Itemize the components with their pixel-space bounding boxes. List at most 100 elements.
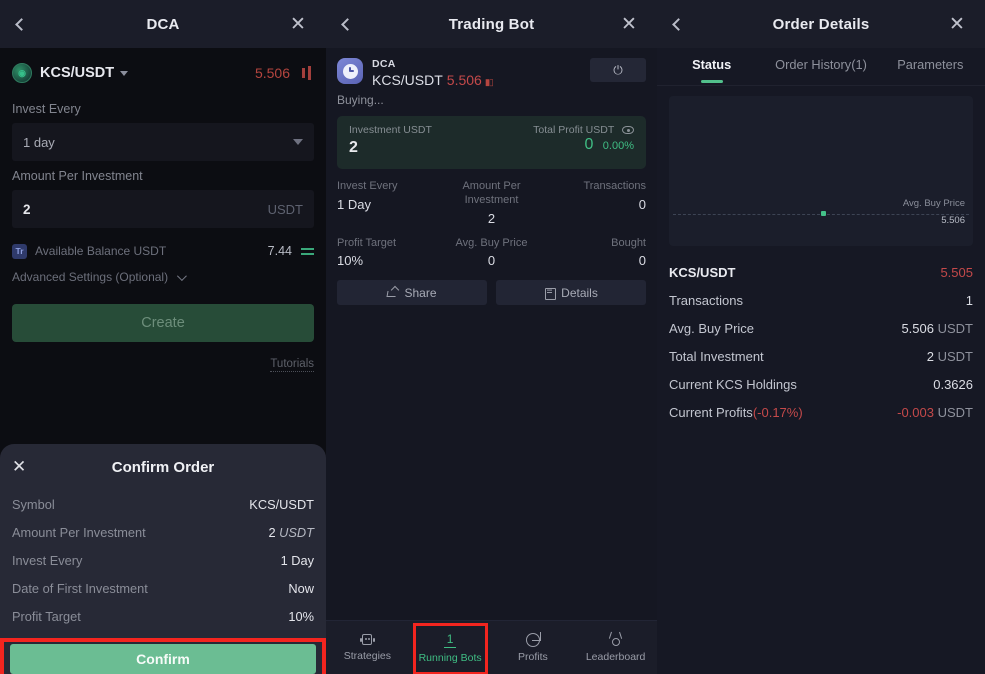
page-title: DCA xyxy=(146,15,180,33)
nav-item-strategies[interactable]: Strategies xyxy=(326,621,409,674)
close-icon[interactable]: ✕ xyxy=(611,0,647,48)
detail-label: Current Profits xyxy=(669,404,753,420)
bot-pair-row: KCS/USDT 5.506 ▮▯ xyxy=(372,72,590,88)
close-icon[interactable]: ✕ xyxy=(939,0,975,48)
pie-chart-icon xyxy=(525,632,541,647)
advanced-settings-toggle[interactable]: Advanced Settings (Optional) xyxy=(12,270,314,284)
detail-unit: USDT xyxy=(937,320,973,336)
tutorials-label: Tutorials xyxy=(270,358,314,372)
document-icon xyxy=(544,287,557,300)
candlestick-icon: ▮▯ xyxy=(484,77,494,87)
stat-label: Amount Per Investment xyxy=(462,180,521,206)
row-label: Profit Target xyxy=(12,608,81,624)
back-button[interactable] xyxy=(657,0,699,48)
clock-icon xyxy=(337,58,363,84)
total-profit-value: 0 xyxy=(584,136,594,153)
bot-stats-row-1: Invest Every 1 Day Amount Per Investment… xyxy=(337,180,646,226)
detail-value: 5.505 xyxy=(940,264,973,280)
amount-label: Amount Per Investment xyxy=(12,169,143,183)
amount-unit: USDT xyxy=(267,201,303,217)
stat-transactions: Transactions 0 xyxy=(543,180,646,226)
row-value: 2 xyxy=(268,524,276,540)
eye-icon[interactable] xyxy=(622,126,634,135)
total-profit-values: 0 0.00% xyxy=(533,136,634,154)
confirm-row-first-investment: Date of First Investment Now xyxy=(12,574,314,602)
nav-item-profits[interactable]: Profits xyxy=(492,621,575,674)
detail-value: 0.3626 xyxy=(933,376,973,392)
details-button[interactable]: Details xyxy=(496,280,646,306)
kcs-coin-icon: ◉ xyxy=(12,63,32,83)
bot-identity: DCA KCS/USDT 5.506 ▮▯ xyxy=(372,58,590,88)
dca-header: DCA ✕ xyxy=(0,0,326,48)
profit-summary-card: Investment USDT 2 Total Profit USDT 0 0.… xyxy=(337,116,646,169)
back-button[interactable] xyxy=(0,0,42,48)
trading-bot-header: Trading Bot ✕ xyxy=(326,0,657,48)
stat-label: Transactions xyxy=(583,180,646,192)
medal-icon xyxy=(609,631,623,647)
stat-profit-target: Profit Target 10% xyxy=(337,237,440,269)
tutorials-link[interactable]: Tutorials xyxy=(12,358,314,372)
detail-label: KCS/USDT xyxy=(669,264,736,280)
detail-row-current-profits: Current Profits(-0.17%) -0.003 USDT xyxy=(669,398,973,426)
avg-buy-price-annotation: Avg. Buy Price 5.506 xyxy=(903,198,965,226)
tab-order-history[interactable]: Order History(1) xyxy=(766,48,875,86)
total-profit-label: Total Profit USDT xyxy=(533,124,634,136)
bot-status: Buying... xyxy=(337,93,384,107)
available-balance-label: Available Balance USDT xyxy=(35,244,167,258)
order-details-tabs: Status Order History(1) Parameters xyxy=(657,48,985,86)
available-balance-row: Tr Available Balance USDT 7.44 xyxy=(12,236,314,266)
stat-value: 0 xyxy=(638,196,646,212)
details-label: Details xyxy=(561,285,598,300)
transfer-badge-icon: Tr xyxy=(12,243,27,259)
order-details-panel: Order Details ✕ Status Order History(1) … xyxy=(657,0,985,674)
detail-value: 2 xyxy=(926,348,934,364)
chevron-left-icon xyxy=(14,17,28,31)
row-value: KCS/USDT xyxy=(249,496,314,512)
advanced-settings-label: Advanced Settings (Optional) xyxy=(12,270,169,284)
stat-label: Invest Every xyxy=(337,180,398,192)
confirm-order-title: Confirm Order xyxy=(111,458,215,476)
nav-item-leaderboard[interactable]: Leaderboard xyxy=(574,621,657,674)
chevron-down-icon xyxy=(293,139,303,145)
stat-value: 0 xyxy=(638,253,646,269)
amount-value: 2 xyxy=(23,201,31,217)
confirm-button[interactable]: Confirm xyxy=(10,644,316,674)
detail-value: -0.003 xyxy=(897,404,934,420)
chevron-down-icon xyxy=(120,70,129,76)
nav-label: Strategies xyxy=(343,649,392,662)
nav-label: Leaderboard xyxy=(585,651,646,663)
close-icon[interactable]: ✕ xyxy=(12,457,26,477)
stat-label: Profit Target xyxy=(337,236,397,249)
bot-actions: Share Details xyxy=(337,280,646,306)
annotation-value: 5.506 xyxy=(941,215,965,226)
candlestick-icon[interactable] xyxy=(300,66,314,80)
stat-label: Bought xyxy=(611,236,646,249)
annotation-label: Avg. Buy Price xyxy=(902,198,965,209)
amount-input[interactable]: 2 USDT xyxy=(12,190,314,228)
power-icon[interactable]: ⏻ xyxy=(590,58,646,82)
invest-every-select[interactable]: 1 day xyxy=(12,123,314,161)
pair-selector[interactable]: ◉ KCS/USDT 5.506 xyxy=(12,52,314,94)
detail-label: Avg. Buy Price xyxy=(669,320,755,336)
invest-every-label: Invest Every xyxy=(12,102,81,116)
back-button[interactable] xyxy=(326,0,368,48)
transfer-icon[interactable] xyxy=(301,245,314,258)
row-label: Symbol xyxy=(12,496,55,512)
bot-price: 5.506 xyxy=(446,72,482,88)
detail-label-suffix: (-0.17%) xyxy=(752,404,803,420)
row-value: 1 Day xyxy=(280,552,314,568)
create-button[interactable]: Create xyxy=(12,304,314,342)
tab-parameters[interactable]: Parameters xyxy=(876,48,985,86)
robot-icon xyxy=(359,633,375,646)
stat-avg-buy-price: Avg. Buy Price 0 xyxy=(440,237,543,269)
order-details-header: Order Details ✕ xyxy=(657,0,985,48)
tab-status[interactable]: Status xyxy=(657,48,766,86)
close-icon[interactable]: ✕ xyxy=(280,0,316,48)
confirm-row-profit-target: Profit Target 10% xyxy=(12,602,314,630)
detail-row-transactions: Transactions 1 xyxy=(669,286,973,314)
stat-amount-per-investment: Amount Per Investment 2 xyxy=(440,180,543,226)
chevron-down-icon xyxy=(177,271,188,282)
investment-block: Investment USDT 2 xyxy=(349,124,533,161)
nav-item-running-bots[interactable]: 1 Running Bots xyxy=(409,621,492,674)
share-button[interactable]: Share xyxy=(337,280,487,306)
